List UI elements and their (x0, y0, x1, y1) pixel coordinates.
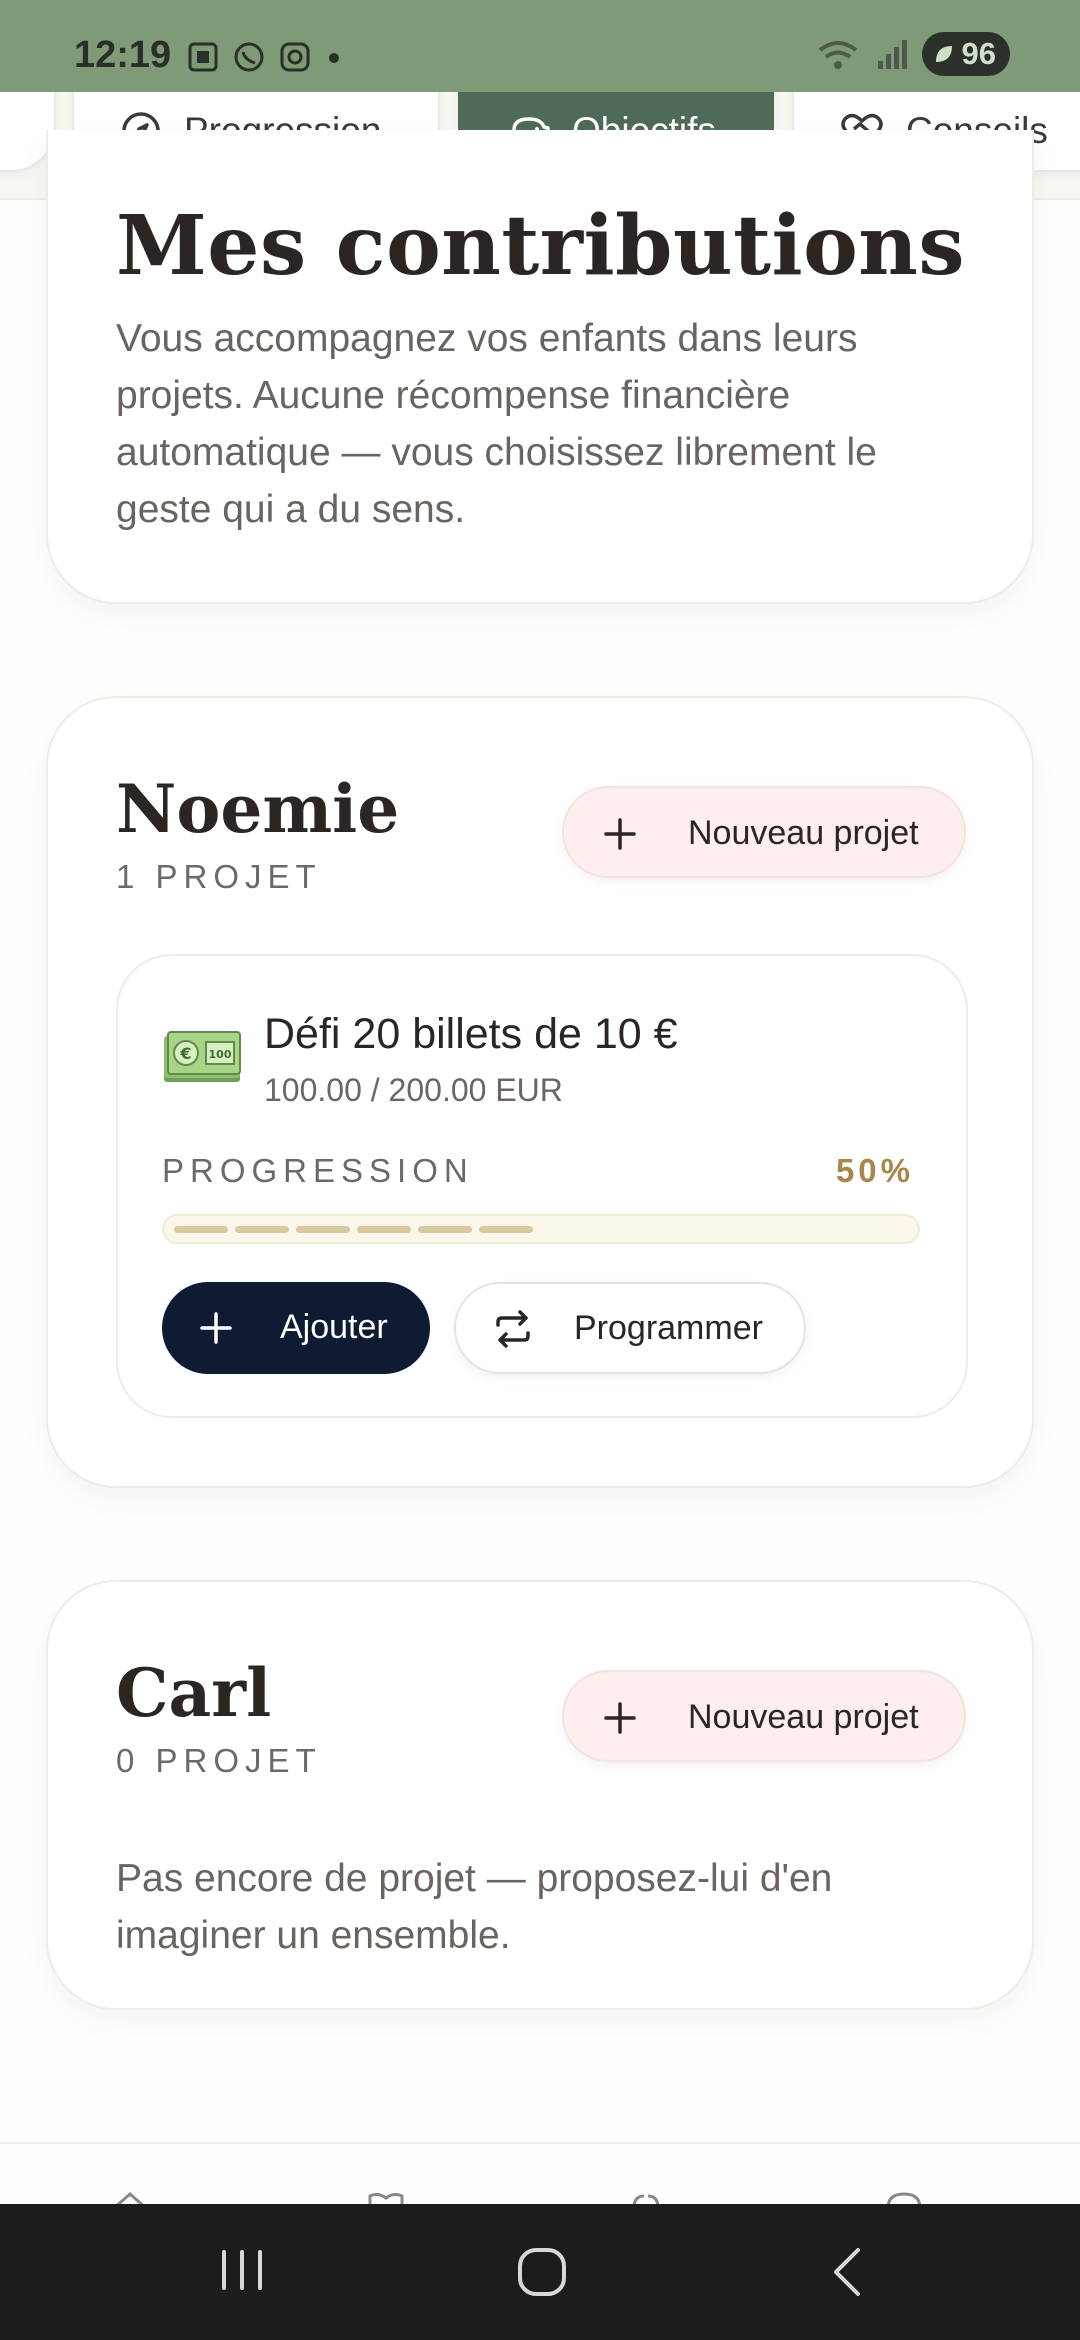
bottom-nav-divider (0, 2142, 1080, 2144)
progress-bar (162, 1214, 920, 1244)
plus-icon (200, 1312, 232, 1344)
progress-segment (174, 1226, 228, 1233)
progress-segment (235, 1226, 289, 1233)
progress-segment (418, 1226, 472, 1233)
schedule-button[interactable]: Programmer (454, 1282, 806, 1374)
progress-segment (479, 1226, 533, 1233)
home-button-icon[interactable] (514, 2244, 570, 2300)
progress-label: PROGRESSION (162, 1152, 474, 1189)
intro-card: Mes contributions Vous accompagnez vos e… (46, 130, 1034, 604)
plus-icon (604, 818, 636, 850)
child-card-noemie: Noemie 1 PROJET Nouveau projet € 100 Déf… (46, 696, 1034, 1488)
system-indicators: 96 (816, 32, 1010, 76)
battery-level: 96 (961, 36, 996, 71)
project-amount: 100.00 / 200.00 EUR (264, 1072, 563, 1108)
notification-icons (186, 40, 344, 74)
add-contribution-button[interactable]: Ajouter (162, 1282, 430, 1374)
back-button-icon[interactable] (822, 2244, 874, 2300)
svg-text:€: € (179, 1044, 191, 1063)
new-project-label: Nouveau projet (688, 814, 919, 852)
schedule-label: Programmer (574, 1309, 763, 1347)
child-name: Noemie (116, 770, 400, 848)
progress-percentage: 50% (835, 1152, 914, 1189)
progress-segment (357, 1226, 411, 1233)
child-project-count: 1 PROJET (116, 858, 322, 895)
screenshot-icon (188, 42, 218, 72)
wifi-icon (818, 41, 857, 69)
whatsapp-icon (234, 42, 264, 72)
child-project-count: 0 PROJET (116, 1742, 322, 1779)
project-title: Défi 20 billets de 10 € (264, 1010, 678, 1058)
leaf-icon (935, 46, 952, 62)
repeat-icon (496, 1310, 530, 1348)
progress-bar-fill (174, 1226, 541, 1233)
recent-apps-icon[interactable] (216, 2244, 268, 2296)
instagram-icon (280, 42, 310, 72)
svg-text:100: 100 (209, 1048, 232, 1061)
add-label: Ajouter (280, 1308, 388, 1346)
battery-indicator: 96 (921, 32, 1010, 76)
status-bar: 12:19 96 (0, 0, 1080, 92)
new-project-button[interactable]: Nouveau projet (562, 786, 966, 878)
child-name: Carl (116, 1654, 272, 1732)
status-time: 12:19 (74, 34, 172, 76)
child-card-carl: Carl 0 PROJET Nouveau projet Pas encore … (46, 1580, 1034, 2010)
page-title: Mes contributions (116, 198, 966, 294)
plus-icon (604, 1702, 636, 1734)
project-card[interactable]: € 100 Défi 20 billets de 10 € 100.00 / 2… (116, 954, 968, 1418)
progress-segment (296, 1226, 350, 1233)
new-project-button[interactable]: Nouveau projet (562, 1670, 966, 1762)
intro-text: Vous accompagnez vos enfants dans leurs … (116, 317, 877, 531)
system-navigation-bar (0, 2204, 1080, 2340)
empty-projects-text: Pas encore de projet — proposez-lui d'en… (116, 1857, 833, 1957)
banknote-euro-icon: € 100 (164, 1031, 241, 1082)
new-project-label: Nouveau projet (688, 1698, 919, 1736)
dot-icon (329, 53, 339, 63)
signal-icon (877, 40, 907, 69)
